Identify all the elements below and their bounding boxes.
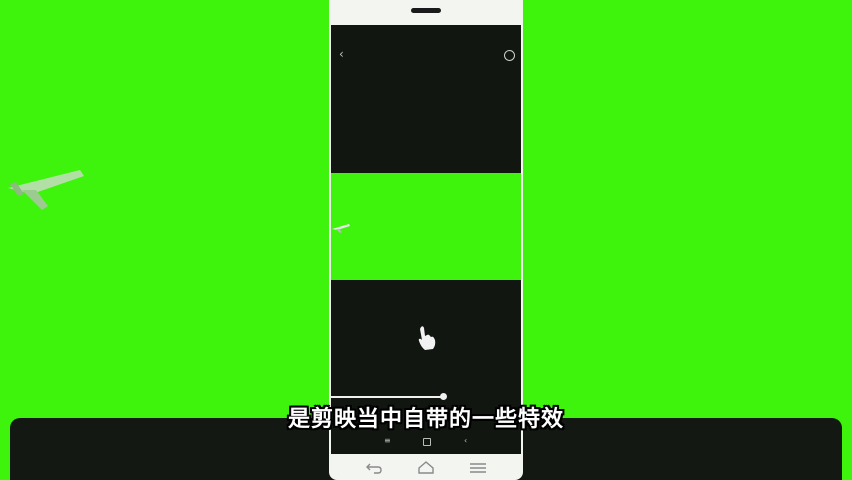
chevron-left-icon[interactable]: ‹ xyxy=(339,47,351,61)
phone-speaker xyxy=(411,8,441,13)
video-preview xyxy=(331,173,521,280)
airplane-icon xyxy=(332,224,350,233)
home-icon[interactable] xyxy=(423,438,431,446)
phone-screen: ‹ ≡ ‹ xyxy=(331,25,521,454)
back-icon[interactable]: ‹ xyxy=(464,436,467,446)
timeline-progress[interactable] xyxy=(331,396,444,398)
hand-pointer-icon xyxy=(418,326,436,350)
timeline-handle[interactable] xyxy=(440,393,448,400)
menu-icon[interactable]: ≡ xyxy=(384,436,391,446)
menu-icon[interactable] xyxy=(469,462,487,474)
circle-icon[interactable] xyxy=(504,50,515,61)
airplane-icon xyxy=(8,170,84,210)
video-subtitle: 是剪映当中自带的一些特效 xyxy=(287,407,564,432)
home-icon[interactable] xyxy=(417,460,435,474)
hardware-nav-bar xyxy=(329,456,523,480)
back-arrow-icon[interactable] xyxy=(365,461,383,475)
